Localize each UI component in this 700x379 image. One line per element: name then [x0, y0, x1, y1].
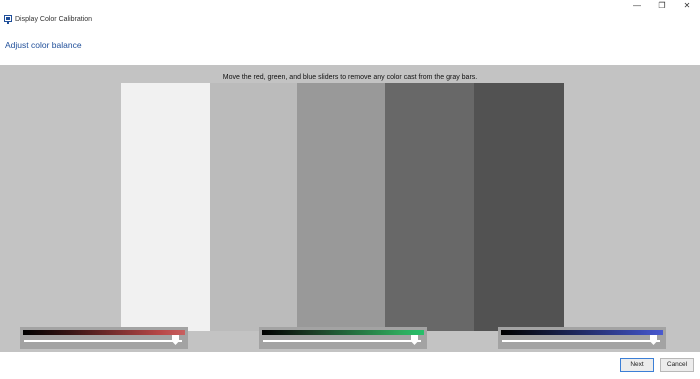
instruction-text: Move the red, green, and blue sliders to…	[222, 74, 478, 81]
blue-slider-thumb[interactable]	[650, 335, 657, 345]
gray-bar-3	[297, 83, 385, 331]
blue-slider-track	[501, 330, 663, 335]
cancel-button[interactable]: Cancel	[660, 358, 694, 372]
red-slider[interactable]	[20, 327, 188, 349]
blue-slider[interactable]	[498, 327, 666, 349]
red-slider-thumb[interactable]	[172, 335, 179, 345]
green-slider-groove[interactable]	[263, 340, 421, 342]
minimize-button[interactable]: —	[626, 0, 648, 12]
gray-bar-4	[385, 83, 474, 331]
green-slider-thumb[interactable]	[411, 335, 418, 345]
red-slider-groove[interactable]	[24, 340, 182, 342]
calibration-panel: Move the red, green, and blue sliders to…	[0, 65, 700, 352]
green-slider-track	[262, 330, 424, 335]
close-button[interactable]: ✕	[676, 0, 698, 12]
display-calibration-icon	[4, 15, 12, 24]
window-title: Display Color Calibration	[15, 16, 93, 23]
title-bar: Display Color Calibration — ❐ ✕	[0, 0, 700, 32]
gray-bar-1	[121, 83, 210, 331]
blue-slider-groove[interactable]	[502, 340, 660, 342]
gray-bar-5	[474, 83, 564, 331]
gray-bar-2	[210, 83, 297, 331]
red-slider-track	[23, 330, 185, 335]
page-heading: Adjust color balance	[5, 40, 82, 50]
footer: Next Cancel	[0, 352, 700, 379]
maximize-button[interactable]: ❐	[651, 0, 673, 12]
green-slider[interactable]	[259, 327, 427, 349]
next-button[interactable]: Next	[620, 358, 654, 372]
